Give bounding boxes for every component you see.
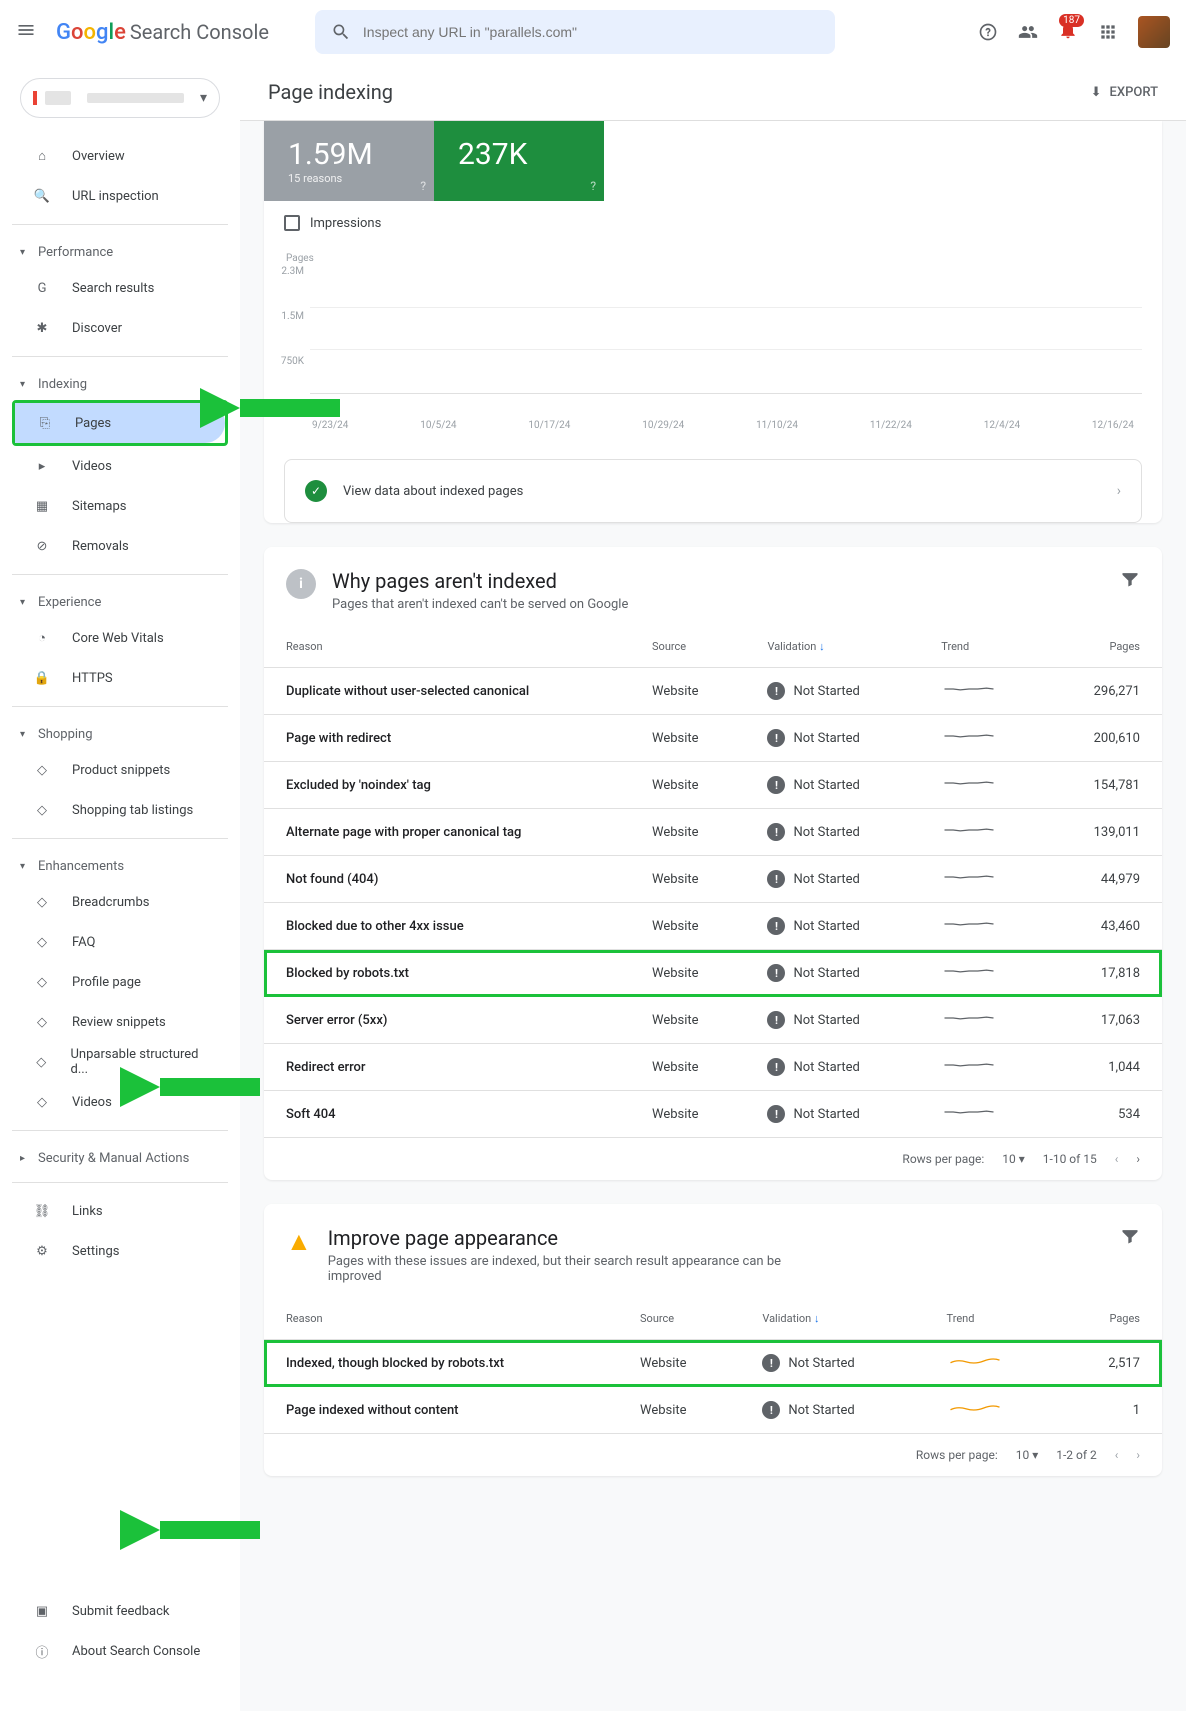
table-row[interactable]: Soft 404Website!Not Started534 — [264, 1091, 1162, 1138]
table-row[interactable]: Not found (404)Website!Not Started44,979 — [264, 856, 1162, 903]
overview-link[interactable]: ⌂Overview — [12, 136, 228, 176]
main-content: Page indexing ⬇EXPORT 1.59M 15 reasons ?… — [240, 64, 1186, 1711]
table-row[interactable]: Alternate page with proper canonical tag… — [264, 809, 1162, 856]
sidebar: ▾ ⌂Overview 🔍URL inspection ▾Performance… — [0, 64, 240, 1711]
why-pager: Rows per page: 10 ▾ 1-10 of 15 ‹ › — [264, 1138, 1162, 1180]
help-icon[interactable] — [978, 22, 998, 42]
notifications-icon[interactable]: 187 — [1058, 20, 1078, 44]
url-inspect-search[interactable] — [315, 10, 835, 54]
impressions-checkbox[interactable]: Impressions — [264, 201, 1162, 245]
table-row[interactable]: Blocked by robots.txtWebsite!Not Started… — [264, 950, 1162, 997]
profile-link[interactable]: ◇Profile page — [12, 962, 228, 1002]
links-link[interactable]: ⛓Links — [12, 1191, 228, 1231]
https-link[interactable]: 🔒HTTPS — [12, 658, 228, 698]
not-indexed-stat[interactable]: 1.59M 15 reasons ? — [264, 121, 434, 201]
table-row[interactable]: Indexed, though blocked by robots.txtWeb… — [264, 1340, 1162, 1387]
table-row[interactable]: Page indexed without contentWebsite!Not … — [264, 1387, 1162, 1434]
export-button[interactable]: ⬇EXPORT — [1091, 85, 1158, 100]
table-row[interactable]: Redirect errorWebsite!Not Started1,044 — [264, 1044, 1162, 1091]
table-row[interactable]: Duplicate without user-selected canonica… — [264, 668, 1162, 715]
shop-section[interactable]: ▾Shopping — [12, 715, 228, 750]
notifications-count: 187 — [1059, 14, 1084, 27]
videos-link[interactable]: ▸Videos — [12, 446, 228, 486]
improve-pager: Rows per page: 10 ▾ 1-2 of 2 ‹ › — [264, 1434, 1162, 1476]
indexed-stat[interactable]: 237K ? — [434, 121, 604, 201]
search-results-link[interactable]: GSearch results — [12, 268, 228, 308]
shoplistings-link[interactable]: ◇Shopping tab listings — [12, 790, 228, 830]
about-link[interactable]: ⓘAbout Search Console — [12, 1631, 228, 1671]
cwv-link[interactable]: ◔Core Web Vitals — [12, 618, 228, 658]
removals-link[interactable]: ⊘Removals — [12, 526, 228, 566]
breadcrumbs-link[interactable]: ◇Breadcrumbs — [12, 882, 228, 922]
logo[interactable]: GoogleSearch Console — [56, 20, 269, 45]
indexed-pages-link[interactable]: ✓ View data about indexed pages › — [284, 459, 1142, 523]
prev-page[interactable]: ‹ — [1115, 1448, 1119, 1462]
indexing-section[interactable]: ▾Indexing — [12, 365, 228, 400]
next-page[interactable]: › — [1136, 1448, 1140, 1462]
sitemaps-link[interactable]: ▦Sitemaps — [12, 486, 228, 526]
prev-page[interactable]: ‹ — [1115, 1152, 1119, 1166]
pages-chart: Pages 2.3M1.5M750K0 9/23/2410/5/2410/17/… — [264, 245, 1162, 439]
why-not-indexed-card: i Why pages aren't indexed Pages that ar… — [264, 547, 1162, 1180]
security-section[interactable]: ▸Security & Manual Actions — [12, 1139, 228, 1174]
avatar[interactable] — [1138, 16, 1170, 48]
info-icon: i — [286, 569, 316, 599]
menu-icon[interactable] — [16, 20, 40, 44]
perf-section[interactable]: ▾Performance — [12, 233, 228, 268]
table-row[interactable]: Server error (5xx)Website!Not Started17,… — [264, 997, 1162, 1044]
warning-icon: ▲ — [286, 1226, 312, 1257]
url-inspection-link[interactable]: 🔍URL inspection — [12, 176, 228, 216]
enh-section[interactable]: ▾Enhancements — [12, 847, 228, 882]
table-row[interactable]: Page with redirectWebsite!Not Started200… — [264, 715, 1162, 762]
people-icon[interactable] — [1018, 22, 1038, 42]
discover-link[interactable]: ✱Discover — [12, 308, 228, 348]
prodsnip-link[interactable]: ◇Product snippets — [12, 750, 228, 790]
page-title: Page indexing — [268, 80, 393, 104]
table-row[interactable]: Excluded by 'noindex' tagWebsite!Not Sta… — [264, 762, 1162, 809]
rpp-select[interactable]: 10 ▾ — [1016, 1448, 1039, 1462]
filter-icon[interactable] — [1120, 569, 1140, 589]
rpp-select[interactable]: 10 ▾ — [1002, 1152, 1025, 1166]
table-row[interactable]: Blocked due to other 4xx issueWebsite!No… — [264, 903, 1162, 950]
faq-link[interactable]: ◇FAQ — [12, 922, 228, 962]
filter-icon[interactable] — [1120, 1226, 1140, 1246]
reviews-link[interactable]: ◇Review snippets — [12, 1002, 228, 1042]
feedback-link[interactable]: ▣Submit feedback — [12, 1591, 228, 1631]
property-selector[interactable]: ▾ — [20, 78, 220, 118]
improve-card: ▲ Improve page appearance Pages with the… — [264, 1204, 1162, 1476]
apps-icon[interactable] — [1098, 22, 1118, 42]
settings-link[interactable]: ⚙Settings — [12, 1231, 228, 1271]
top-bar: GoogleSearch Console 187 — [0, 0, 1186, 64]
sort-icon[interactable]: ↓ — [819, 640, 825, 653]
next-page[interactable]: › — [1136, 1152, 1140, 1166]
search-input[interactable] — [363, 24, 819, 40]
pages-link[interactable]: ⎘Pages — [15, 403, 225, 443]
exp-section[interactable]: ▾Experience — [12, 583, 228, 618]
